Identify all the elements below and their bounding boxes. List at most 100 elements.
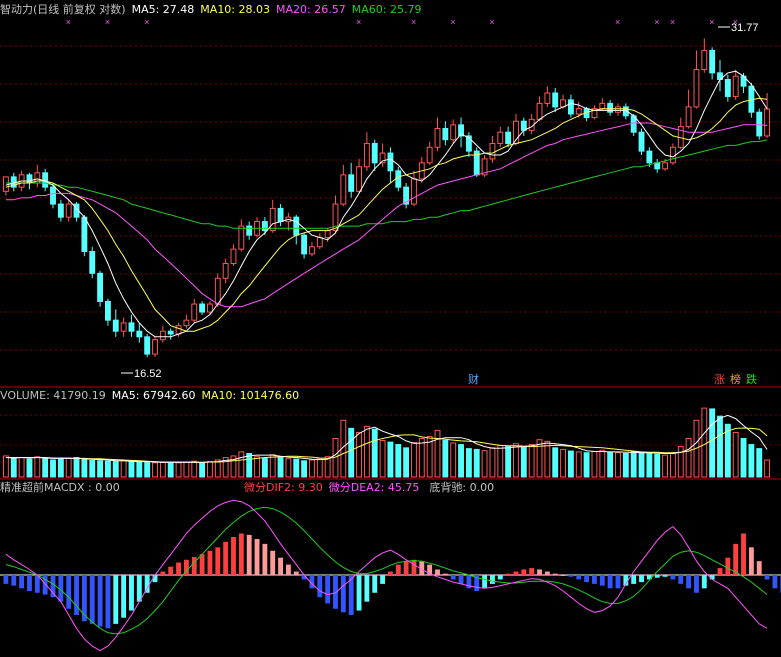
- volume-bar: [662, 454, 668, 478]
- candle-body: [230, 248, 237, 264]
- macd-bar: [497, 575, 503, 580]
- macd-bar: [442, 573, 448, 575]
- macd-bar: [19, 575, 25, 589]
- high-price-label: 31.77: [731, 22, 759, 34]
- volume-bar: [214, 459, 221, 478]
- macd-bar: [748, 547, 754, 575]
- macd-bar: [136, 575, 142, 602]
- low-price-label: 16.52: [134, 368, 162, 380]
- volume-bar: [301, 460, 308, 478]
- volume-bar: [630, 451, 637, 478]
- volume-bar: [685, 438, 692, 478]
- candle-body: [269, 207, 276, 232]
- macd-bar: [662, 575, 668, 577]
- volume-bar: [465, 448, 472, 478]
- macd-bar: [270, 550, 276, 575]
- volume-bar: [144, 461, 151, 478]
- candle-body: [222, 262, 229, 279]
- candle-body: [136, 330, 143, 338]
- macd-bar: [639, 575, 644, 583]
- macd-bar: [191, 557, 197, 575]
- volume-bar: [567, 450, 574, 478]
- candle-body: [120, 322, 127, 332]
- macd-bar: [380, 575, 386, 584]
- macd-bar: [207, 550, 213, 575]
- signal-mark: ×: [615, 17, 620, 27]
- volume-bar: [709, 408, 716, 478]
- macd-bar: [11, 575, 17, 586]
- candle-body: [662, 162, 668, 170]
- macd-bar: [129, 575, 134, 611]
- candle-body: [191, 303, 198, 321]
- candle-body: [567, 99, 574, 115]
- volume-bar: [654, 453, 661, 478]
- volume-bar: [246, 452, 253, 478]
- signal-mark: ×: [489, 17, 494, 27]
- candle-body: [348, 174, 355, 192]
- candle-body: [26, 174, 33, 184]
- volume-bar: [152, 462, 158, 478]
- volume-bar: [740, 438, 747, 478]
- volume-bar: [199, 461, 206, 478]
- candle-body: [50, 186, 56, 205]
- macd-bar: [458, 575, 464, 584]
- signal-mark: ×: [450, 17, 455, 27]
- candle-body: [450, 124, 457, 141]
- candle-body: [709, 49, 716, 74]
- candle-body: [105, 300, 111, 321]
- macd-bar: [160, 571, 166, 575]
- macd-header-right: 微分DIF2: 9.30 微分DEA2: 45.75 底背驰: 0.00: [244, 481, 500, 494]
- macd-bar: [505, 573, 511, 575]
- volume-bar: [285, 458, 292, 478]
- candle-body: [497, 131, 504, 144]
- candle-body: [128, 322, 135, 332]
- volume-ma10-value: MA10: 101476.60: [201, 389, 300, 402]
- volume-bar: [615, 452, 621, 478]
- candle-body: [183, 319, 190, 327]
- candle-body: [387, 152, 394, 172]
- volume-bar: [207, 461, 213, 478]
- ranking-tags[interactable]: 涨 榜 跌: [713, 372, 757, 386]
- stock-title: 智动力(日线 前复权 对数): [0, 3, 126, 16]
- volume-bar: [395, 444, 402, 478]
- macd-bar: [733, 543, 739, 575]
- macd-bar: [105, 575, 111, 629]
- volume-bar: [128, 461, 135, 478]
- candle-body: [214, 277, 221, 305]
- ma60-value: MA60: 25.79: [351, 3, 422, 16]
- volume-bar: [136, 461, 143, 478]
- volume-bar: [560, 448, 566, 478]
- macd-bar: [482, 575, 488, 589]
- macd-bar: [27, 575, 32, 591]
- macd-bar: [168, 566, 174, 575]
- volume-bar: [458, 444, 464, 478]
- macd-bar: [403, 561, 409, 575]
- candle-body: [442, 128, 449, 141]
- macd-bar: [490, 575, 495, 584]
- candle-body: [426, 146, 433, 164]
- volume-bar: [293, 458, 300, 478]
- volume-bar: [607, 451, 614, 478]
- macd-bar: [176, 562, 181, 575]
- candle-body: [277, 207, 284, 223]
- volume-bar: [42, 457, 49, 478]
- volume-bar: [89, 459, 96, 478]
- volume-value: VOLUME: 41790.19: [0, 389, 106, 402]
- volume-bar: [167, 462, 174, 478]
- volume-bar: [669, 452, 676, 478]
- ma20-value: MA20: 26.57: [276, 3, 346, 16]
- volume-bar: [159, 461, 166, 478]
- finance-tag[interactable]: 财: [467, 372, 481, 386]
- macd-bar: [411, 559, 417, 575]
- macd-bar: [238, 533, 244, 575]
- volume-bar: [269, 454, 276, 478]
- volume-bar: [434, 429, 441, 478]
- volume-ma5-value: MA5: 67942.60: [111, 389, 196, 402]
- macd-bar: [293, 571, 299, 575]
- candle-body: [112, 319, 119, 332]
- macd-bar: [592, 575, 597, 584]
- signal-mark: ×: [356, 17, 361, 27]
- volume-bar: [764, 459, 771, 478]
- volume-bar: [57, 458, 64, 478]
- candle-body: [175, 325, 182, 335]
